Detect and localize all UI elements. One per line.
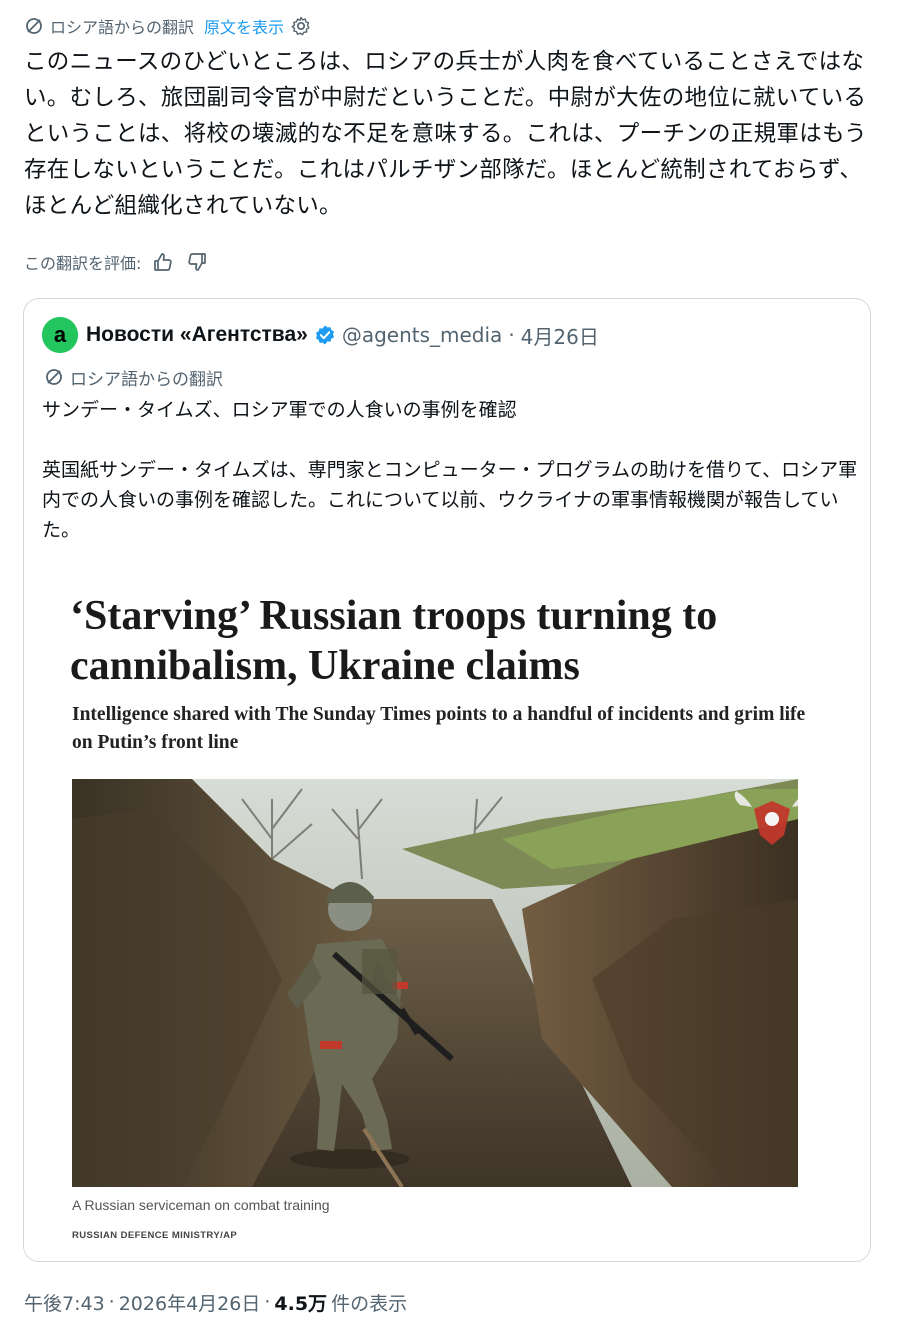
author-name[interactable]: Новости «Агентства»: [86, 323, 308, 347]
quoted-post-text: サンデー・タイムズ、ロシア軍での人食いの事例を確認 英国紙サンデー・タイムズは、…: [42, 399, 858, 541]
translation-label: ロシア語からの翻訳: [50, 18, 195, 37]
verified-badge-icon: [314, 324, 336, 346]
view-count-label: 件の表示: [331, 1292, 408, 1315]
trench-photo: [72, 779, 798, 1187]
rate-label: この翻訳を評価:: [24, 254, 142, 273]
author-handle[interactable]: @agents_media: [342, 323, 503, 347]
quoted-post[interactable]: a Новости «Агентства» @agents_media · 4月…: [23, 298, 871, 1262]
article-image[interactable]: ‘Starving’ Russian troops turning to can…: [24, 557, 870, 1261]
photo-caption: A Russian serviceman on combat training: [72, 1197, 330, 1213]
translation-header: ロシア語からの翻訳 原文を表示: [24, 12, 312, 40]
photo-credit: RUSSIAN DEFENCE MINISTRY/AP: [72, 1230, 238, 1241]
post-full-date[interactable]: 2026年4月26日: [119, 1289, 261, 1316]
article-subhead: Intelligence shared with The Sunday Time…: [72, 704, 806, 753]
meta-separator: ·: [264, 1291, 271, 1313]
thumbs-down-icon[interactable]: [185, 250, 209, 274]
article-headline: ‘Starving’ Russian troops turning to can…: [70, 593, 718, 689]
quoted-post-header: a Новости «Агентства» @agents_media · 4月…: [42, 317, 599, 353]
translate-icon: [44, 367, 64, 387]
show-original-link[interactable]: 原文を表示: [204, 14, 284, 38]
quoted-translation-label: ロシア語からの翻訳: [70, 369, 223, 390]
separator: ·: [508, 323, 515, 347]
post-date[interactable]: 4月26日: [521, 321, 599, 350]
avatar[interactable]: a: [42, 317, 78, 353]
view-count: 4.5万: [274, 1292, 328, 1315]
post-time[interactable]: 午後7:43: [24, 1289, 105, 1316]
quoted-translation-header: ロシア語からの翻訳: [44, 363, 223, 391]
post-text: このニュースのひどいところは、ロシアの兵士が人肉を食べていることさえではない。む…: [24, 49, 867, 219]
translate-icon: [24, 16, 44, 36]
post-meta: 午後7:43 · 2026年4月26日 · 4.5万 件の表示: [24, 1286, 407, 1318]
meta-separator: ·: [108, 1291, 115, 1313]
gear-icon[interactable]: [290, 15, 312, 37]
avatar-letter: a: [54, 322, 67, 347]
thumbs-up-icon[interactable]: [151, 250, 175, 274]
rate-translation: この翻訳を評価:: [24, 248, 209, 276]
